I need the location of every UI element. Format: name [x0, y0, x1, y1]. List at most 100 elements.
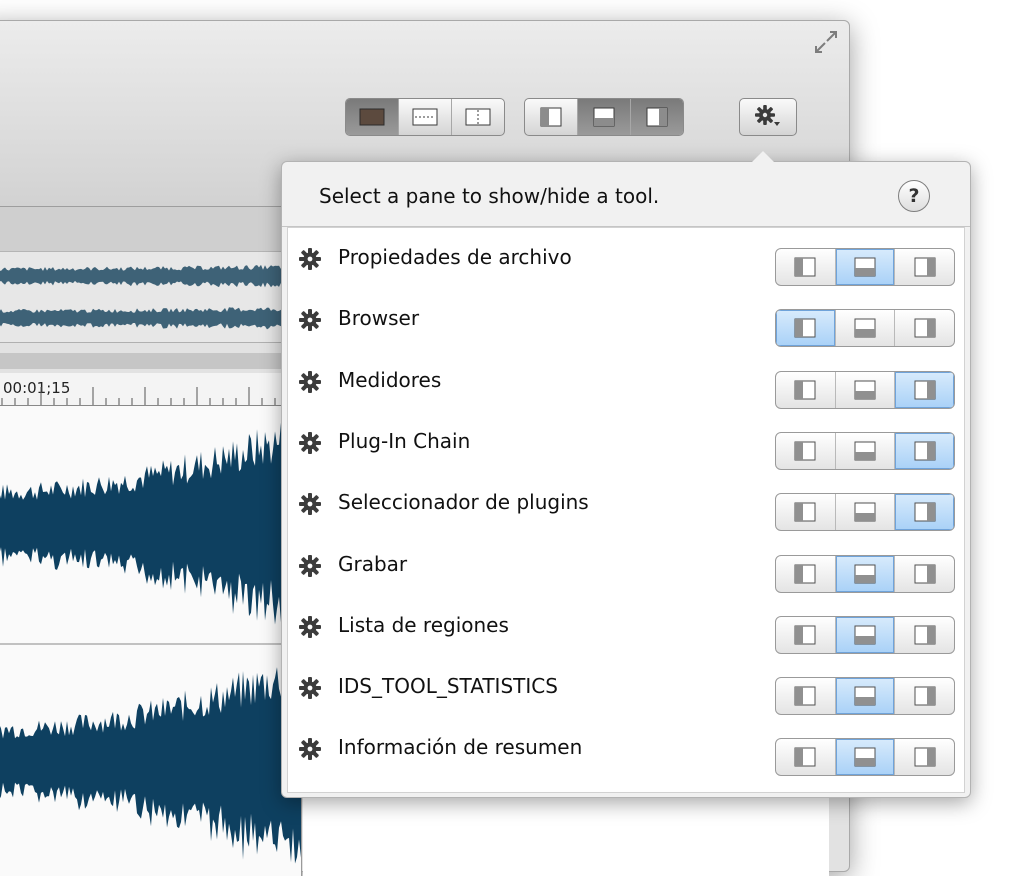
right-pane-icon: [914, 686, 936, 706]
left-pane-icon: [794, 564, 816, 583]
view-mode-single[interactable]: [346, 99, 398, 135]
pane-option-bottom[interactable]: [834, 555, 895, 592]
gear-icon[interactable]: [298, 370, 322, 394]
gear-icon[interactable]: [298, 554, 322, 578]
view-mode-split-horizontal[interactable]: [398, 99, 451, 135]
pane-option-bottom[interactable]: [834, 494, 895, 531]
gear-icon[interactable]: [298, 676, 322, 700]
pane-option-bottom[interactable]: [834, 739, 895, 776]
pane-selector: [775, 615, 955, 654]
pane-option-left[interactable]: [776, 494, 835, 530]
overview-channel-right: [0, 306, 291, 330]
left-pane-icon: [794, 625, 816, 645]
tool-label: Lista de regiones: [338, 612, 509, 637]
gear-icon[interactable]: [298, 308, 322, 332]
right-pane-icon: [914, 441, 936, 461]
tool-label: Browser: [338, 306, 420, 331]
overview-header: [0, 207, 291, 252]
pane-option-right[interactable]: [894, 310, 954, 347]
pane-selector: [775, 248, 955, 286]
pane-option-left[interactable]: [776, 678, 835, 714]
pane-option-left[interactable]: [776, 249, 835, 285]
left-pane-icon: [794, 318, 816, 338]
overview-scrollbar[interactable]: [0, 353, 291, 369]
help-icon[interactable]: ?: [898, 180, 930, 212]
tool-row: Lista de regiones: [288, 596, 964, 657]
right-pane-icon: [914, 380, 936, 400]
pane-option-bottom[interactable]: [834, 310, 895, 347]
overview-channel-left: [0, 264, 291, 288]
left-pane-icon: [794, 441, 816, 461]
fullscreen-icon[interactable]: [813, 29, 839, 55]
pane-option-left[interactable]: [776, 617, 835, 653]
pane-selector: [775, 738, 955, 777]
pane-option-right[interactable]: [894, 739, 954, 776]
right-pane-icon: [914, 564, 936, 583]
right-pane-icon: [646, 107, 668, 127]
bottom-pane-icon: [854, 502, 876, 522]
tool-row: Información de resumen: [288, 718, 964, 779]
tool-label: Plug-In Chain: [338, 428, 471, 453]
right-pane-icon: [914, 257, 936, 277]
gear-icon[interactable]: [298, 615, 322, 639]
bottom-pane-icon: [854, 686, 876, 706]
right-pane-icon: [914, 502, 936, 522]
pane-toggle-selector: [524, 98, 684, 136]
tool-row: Medidores: [288, 351, 964, 412]
pane-option-bottom[interactable]: [834, 616, 895, 653]
pane-selector: [775, 554, 955, 593]
help-label: ?: [908, 185, 920, 207]
gear-icon[interactable]: [298, 247, 322, 271]
right-pane-icon: [914, 318, 936, 338]
gear-icon[interactable]: [298, 431, 322, 455]
timeline-ruler[interactable]: 00:01;15: [0, 373, 291, 406]
popover-arrow: [752, 151, 774, 162]
view-mode-split-vertical[interactable]: [451, 99, 504, 135]
toggle-bottom-pane[interactable]: [577, 99, 630, 135]
pane-option-bottom[interactable]: [834, 371, 895, 408]
pane-option-bottom[interactable]: [834, 249, 895, 285]
pane-selector: [775, 677, 955, 716]
left-pane-icon: [794, 747, 816, 767]
waveform-view[interactable]: [0, 406, 302, 876]
pane-selector: [775, 493, 955, 532]
pane-settings-button[interactable]: [739, 98, 797, 136]
pane-option-left[interactable]: [776, 739, 835, 775]
bottom-pane-icon: [593, 107, 615, 127]
waveform-channel-right: [0, 649, 301, 864]
tool-label: Seleccionador de plugins: [338, 490, 589, 515]
left-pane-icon: [794, 380, 816, 400]
pane-option-right[interactable]: [894, 555, 954, 592]
waveform-channel-left: [0, 422, 301, 628]
bottom-pane-icon: [854, 564, 876, 583]
gear-icon[interactable]: [298, 492, 322, 516]
pane-option-right[interactable]: [894, 249, 954, 285]
overview-waveform[interactable]: [0, 252, 291, 343]
pane-selector: [775, 370, 955, 409]
bottom-pane-icon: [854, 747, 876, 767]
pane-option-left[interactable]: [776, 556, 835, 592]
pane-option-bottom[interactable]: [834, 432, 895, 469]
tool-row: Seleccionador de plugins: [288, 473, 964, 534]
pane-selector: [775, 309, 955, 348]
pane-option-left[interactable]: [776, 310, 835, 347]
pane-option-right[interactable]: [894, 678, 954, 715]
gear-icon[interactable]: [298, 737, 322, 761]
pane-option-right[interactable]: [894, 371, 954, 408]
pane-option-right[interactable]: [894, 494, 954, 531]
pane-option-left[interactable]: [776, 372, 835, 408]
pane-option-right[interactable]: [894, 616, 954, 653]
tool-row: Propiedades de archivo: [288, 228, 964, 289]
tool-pane-popover: Select a pane to show/hide a tool. ? Pro…: [281, 151, 971, 798]
popover-title: Select a pane to show/hide a tool.: [319, 184, 660, 208]
toggle-right-pane[interactable]: [630, 99, 683, 135]
toggle-left-pane[interactable]: [525, 99, 577, 135]
left-pane-icon: [794, 686, 816, 706]
pane-option-bottom[interactable]: [834, 678, 895, 715]
tool-row: Grabar: [288, 535, 964, 596]
pane-option-left[interactable]: [776, 433, 835, 469]
left-pane-icon: [794, 502, 816, 522]
tool-row: Plug-In Chain: [288, 412, 964, 473]
left-pane-icon: [540, 107, 562, 127]
pane-option-right[interactable]: [894, 432, 954, 469]
